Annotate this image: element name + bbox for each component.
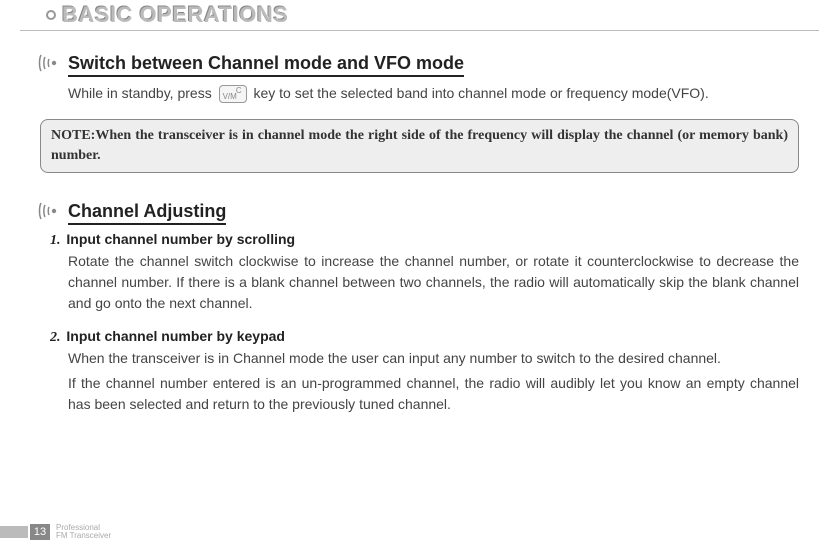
footer-bar [0,526,28,538]
sub-item-1-body: Rotate the channel switch clockwise to i… [68,251,799,314]
sub-item-2-body: When the transceiver is in Channel mode … [68,348,799,415]
bullet-icon [46,10,56,20]
note-text: NOTE:When the transceiver is in channel … [51,128,788,163]
section-channel-adjusting-heading: Channel Adjusting [38,201,819,225]
section-switch-mode-heading: Switch between Channel mode and VFO mode [38,53,819,77]
signal-icon [38,53,62,73]
sub-item-2-title: Input channel number by keypad [66,328,285,344]
sub-item-2-head: 2. Input channel number by keypad [50,328,799,346]
sub-item-2-num: 2. [50,330,61,345]
section-switch-mode-title: Switch between Channel mode and VFO mode [68,53,464,77]
section-switch-mode-body: While in standby, press key to set the s… [68,83,779,105]
sub-item-1-head: 1. Input channel number by scrolling [50,231,799,249]
chapter-title: BASIC OPERATIONS [62,2,288,28]
vm-key-icon [219,85,247,103]
sub-item-1-title: Input channel number by scrolling [66,231,295,247]
sub-item-1: 1. Input channel number by scrolling Rot… [50,231,799,314]
body-pre: While in standby, press [68,85,216,101]
page-footer: 13 Professional FM Transceiver [0,524,111,540]
chapter-header: BASIC OPERATIONS [20,0,819,31]
footer-text: Professional FM Transceiver [56,524,111,540]
body-post: key to set the selected band into channe… [253,85,708,101]
sub-item-1-num: 1. [50,233,61,248]
note-box: NOTE:When the transceiver is in channel … [40,119,799,174]
page-number: 13 [30,524,50,540]
sub-item-2: 2. Input channel number by keypad When t… [50,328,799,415]
section-channel-adjusting-title: Channel Adjusting [68,201,226,225]
signal-icon [38,201,62,221]
